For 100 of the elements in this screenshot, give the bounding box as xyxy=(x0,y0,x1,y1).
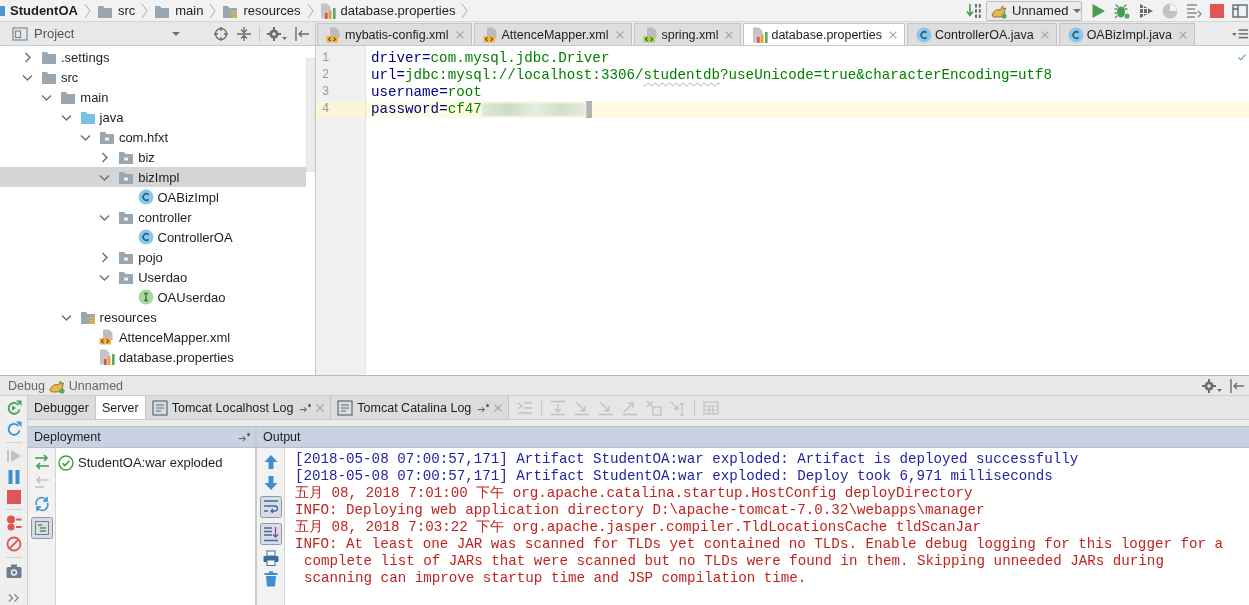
hide-panel-icon[interactable] xyxy=(294,25,310,42)
code-line: driver=com.mysql.jdbc.Driver xyxy=(371,50,610,67)
code-line: username=root xyxy=(371,84,482,101)
tree-item[interactable]: OAUserdao xyxy=(0,287,306,307)
collapse-icon[interactable] xyxy=(236,25,252,42)
slashed-circle-icon[interactable] xyxy=(5,536,22,552)
breadcrumb-item[interactable]: main xyxy=(154,0,204,21)
sync-icon[interactable] xyxy=(33,496,50,512)
editor-tab[interactable]: spring.xml xyxy=(633,23,742,45)
debug-tab[interactable]: Tomcat Catalina Log xyxy=(331,396,510,419)
tree-item[interactable]: Userdao xyxy=(0,267,306,287)
wrap-icon[interactable] xyxy=(259,496,282,518)
printer-icon[interactable] xyxy=(262,550,279,566)
editor-tab[interactable]: ControllerOA.java xyxy=(906,23,1057,45)
tree-item[interactable]: java xyxy=(0,107,306,127)
lines-arrow-icon[interactable] xyxy=(1186,2,1202,19)
close-icon[interactable] xyxy=(615,30,624,39)
tree-item[interactable]: com.hfxt xyxy=(0,127,306,147)
xml-file-icon xyxy=(98,329,115,345)
tree-list-icon[interactable] xyxy=(30,517,53,539)
swap-arrows-icon[interactable] xyxy=(33,454,50,470)
text-cursor xyxy=(585,101,592,118)
tree-item[interactable]: biz xyxy=(0,147,306,167)
arrow-up-icon[interactable] xyxy=(262,454,279,470)
folder-icon xyxy=(41,49,57,65)
log-line: 五月 08, 2018 7:03:22 下午 org.apache.jasper.compiler.TldLocationsCache tldScanJar xyxy=(295,519,983,536)
editor-tab[interactable]: database.properties xyxy=(743,23,905,45)
window-icon xyxy=(12,25,28,42)
tree-item[interactable]: AttenceMapper.xml xyxy=(0,327,306,347)
chevron-icon xyxy=(141,2,149,19)
deployment-item[interactable]: StudentOA:war exploded xyxy=(58,454,255,471)
settings-icon[interactable] xyxy=(1202,377,1222,394)
close-icon[interactable] xyxy=(888,30,897,39)
editor-tab[interactable]: OABizImpl.java xyxy=(1058,23,1196,45)
close-icon[interactable] xyxy=(1179,30,1188,39)
crosshair-icon[interactable] xyxy=(213,25,229,42)
refresh-icon[interactable] xyxy=(5,421,22,437)
hatched-play-icon[interactable] xyxy=(1138,2,1154,19)
editor-tab[interactable]: AttenceMapper.xml xyxy=(473,23,632,45)
tree-item[interactable]: src xyxy=(0,67,306,87)
class-icon xyxy=(915,26,932,43)
close-icon[interactable] xyxy=(1040,30,1049,39)
double-chevron-icon[interactable] xyxy=(8,593,19,603)
debug-tab[interactable]: Debugger xyxy=(28,396,96,419)
bug-icon[interactable] xyxy=(1114,2,1130,19)
circular-arrow-icon[interactable] xyxy=(5,400,22,416)
tree-item[interactable]: database.properties xyxy=(0,347,306,367)
camera-icon[interactable] xyxy=(5,563,22,579)
chevron-right-icon[interactable] xyxy=(99,151,111,163)
close-icon[interactable] xyxy=(316,403,325,412)
breadcrumb-item[interactable]: StudentOA xyxy=(0,0,78,21)
close-icon[interactable] xyxy=(725,30,734,39)
chevron-icon xyxy=(209,2,217,19)
properties-file-icon xyxy=(98,349,115,365)
tree-item[interactable]: main xyxy=(0,87,306,107)
code-line: password=cf47 xyxy=(371,101,482,118)
arrow-asterisk-icon[interactable] xyxy=(299,402,313,413)
tree-item[interactable]: OABizImpl xyxy=(0,187,306,207)
run-configuration-dropdown[interactable]: Unnamed xyxy=(986,0,1082,21)
line-number: 3 xyxy=(321,84,331,101)
tab-list-icon[interactable] xyxy=(1232,27,1249,41)
class-icon xyxy=(137,229,154,245)
tree-item[interactable]: bizImpl xyxy=(0,167,306,187)
square-icon xyxy=(0,5,5,16)
scrollbar-thumb[interactable] xyxy=(306,58,315,172)
breadcrumb-item[interactable]: resources xyxy=(222,0,301,21)
breadcrumb-item[interactable]: database.properties xyxy=(319,0,456,21)
tree-item[interactable]: resources xyxy=(0,307,306,327)
stop-icon[interactable] xyxy=(6,490,21,504)
arrow-down-icon[interactable] xyxy=(262,475,279,491)
close-icon[interactable] xyxy=(494,403,503,412)
play-icon[interactable] xyxy=(1090,2,1106,19)
settings-icon[interactable] xyxy=(267,25,287,42)
breadcrumb-item[interactable]: src xyxy=(96,0,136,21)
view-dropdown[interactable]: Project xyxy=(12,25,180,42)
folder-icon xyxy=(79,109,96,125)
arrow-asterisk-icon[interactable] xyxy=(477,402,491,413)
document-icon xyxy=(337,399,354,416)
tree-item[interactable]: controller xyxy=(0,207,306,227)
debug-tab[interactable]: Server xyxy=(95,396,146,419)
arrow-asterisk-icon[interactable] xyxy=(238,432,251,442)
window-layout-icon[interactable] xyxy=(1232,2,1248,19)
tree-item[interactable]: .settings xyxy=(0,47,306,67)
stop-icon[interactable] xyxy=(1210,3,1224,18)
hide-panel-icon[interactable] xyxy=(1229,377,1245,394)
editor-tab[interactable]: mybatis-config.xml xyxy=(317,23,472,45)
chevron-right-icon[interactable] xyxy=(22,51,33,63)
package-icon xyxy=(98,129,115,145)
scroll-to-end-icon[interactable] xyxy=(259,523,282,545)
tree-item[interactable]: ControllerOA xyxy=(0,227,306,247)
close-icon[interactable] xyxy=(455,30,464,39)
debug-tab[interactable]: Tomcat Localhost Log xyxy=(145,396,332,419)
tree-item[interactable]: pojo xyxy=(0,247,306,267)
trash-icon[interactable] xyxy=(262,571,279,587)
dots-icon[interactable] xyxy=(5,515,22,531)
properties-file-icon xyxy=(319,2,336,19)
down-arrow-blocks-icon[interactable] xyxy=(966,2,982,19)
chevron-right-icon[interactable] xyxy=(99,251,111,263)
line-number: 1 xyxy=(321,50,331,67)
xml-file-icon xyxy=(326,26,342,43)
